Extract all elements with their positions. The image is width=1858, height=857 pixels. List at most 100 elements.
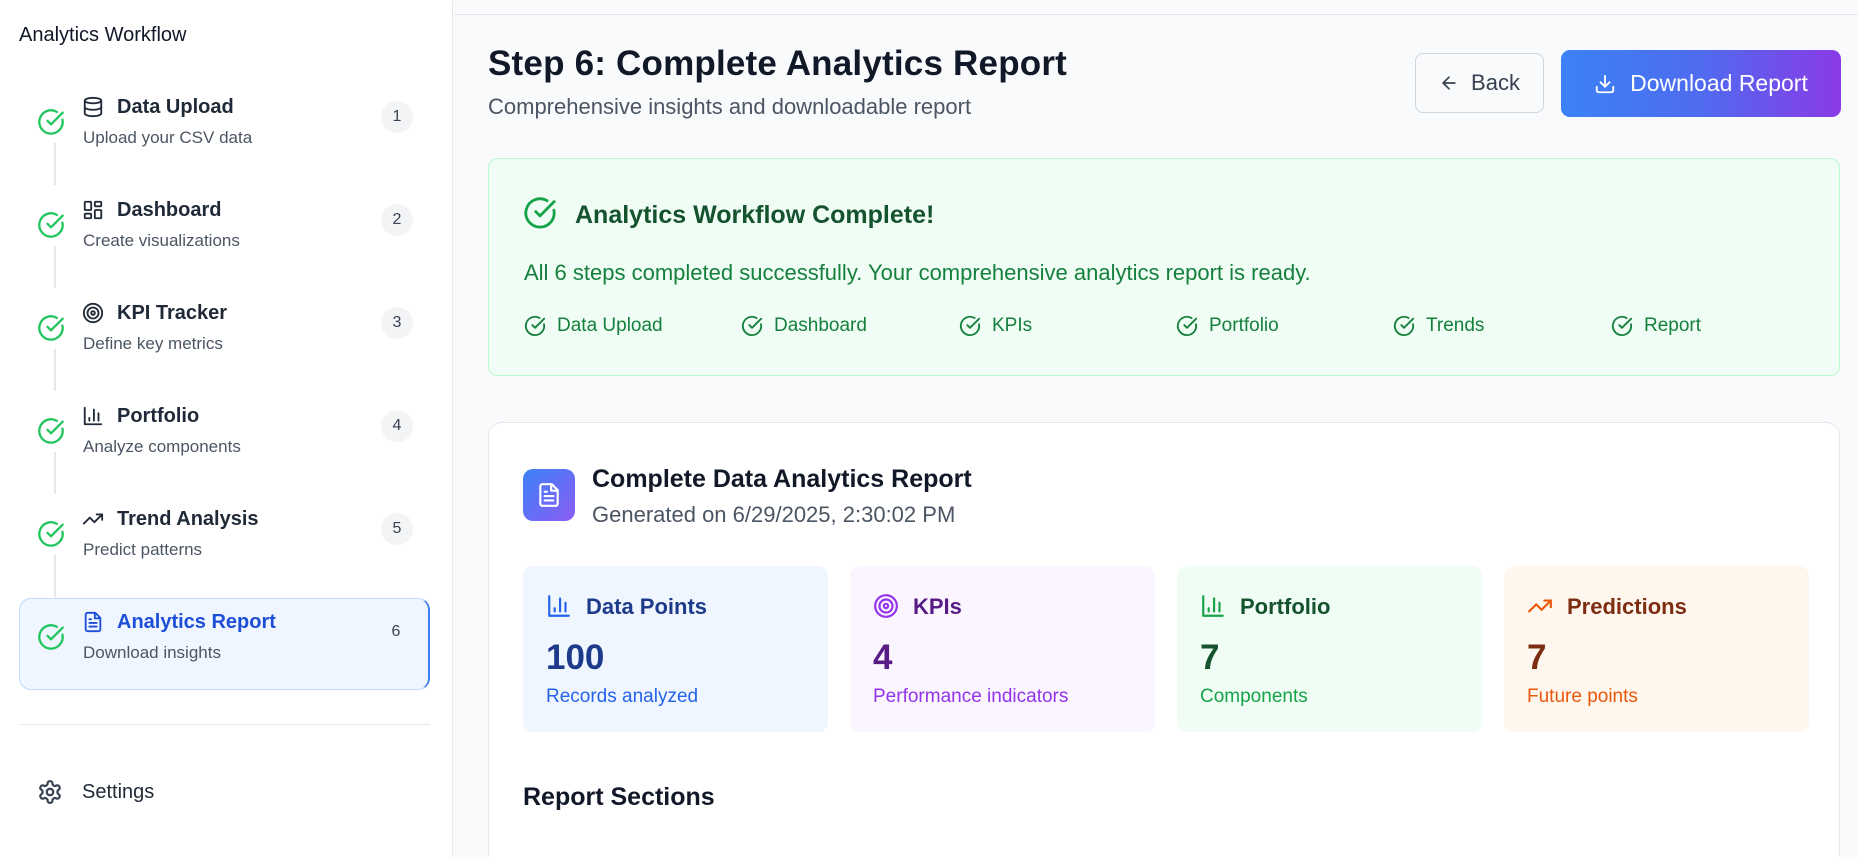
sidebar-item-label: Analytics Report <box>117 611 276 633</box>
step-number-badge: 4 <box>381 410 413 442</box>
completed-step-label: Data Upload <box>557 315 663 336</box>
check-circle-icon <box>38 212 64 238</box>
settings-label: Settings <box>82 781 155 803</box>
bar-chart-icon <box>1202 595 1224 617</box>
stat-value: 100 <box>546 638 605 677</box>
check-circle-icon <box>38 109 64 135</box>
banner-title: Analytics Workflow Complete! <box>575 201 935 229</box>
step-connector <box>54 555 56 597</box>
report-title: Complete Data Analytics Report <box>592 465 972 493</box>
sidebar-title: Analytics Workflow <box>19 24 187 46</box>
completed-step: KPIs <box>959 315 1032 337</box>
stat-label: Portfolio <box>1240 594 1331 619</box>
check-circle-icon <box>38 624 64 650</box>
check-circle-icon <box>524 315 546 336</box>
sidebar-item-description: Create visualizations <box>83 231 240 250</box>
sidebar-item-description: Upload your CSV data <box>83 128 253 147</box>
back-button[interactable]: Back <box>1415 53 1544 113</box>
completed-step-label: Dashboard <box>774 315 867 336</box>
check-circle-icon <box>959 315 981 336</box>
report-card: Complete Data Analytics Report Generated… <box>488 422 1840 857</box>
step-connector <box>54 349 56 391</box>
stat-label: Data Points <box>586 594 708 619</box>
sidebar-item-description: Analyze components <box>83 437 241 456</box>
sidebar-item-settings[interactable]: Settings <box>19 768 430 816</box>
sidebar-item-description: Predict patterns <box>83 540 203 559</box>
completed-step-label: Report <box>1644 315 1702 336</box>
step-number-badge: 1 <box>381 101 413 133</box>
file-text-icon <box>539 483 559 507</box>
sidebar-item-analytics-report[interactable]: Analytics Report Download insights 6 <box>19 598 430 690</box>
step-number-badge: 6 <box>391 623 401 640</box>
step-number-badge: 5 <box>381 513 413 545</box>
check-circle-icon <box>1176 315 1198 336</box>
completed-step: Dashboard <box>741 315 867 337</box>
bar-chart-icon <box>83 406 103 426</box>
file-text-icon <box>84 611 102 633</box>
report-badge <box>523 469 575 521</box>
page-title: Step 6: Complete Analytics Report <box>488 44 1068 83</box>
sidebar-divider <box>19 724 430 725</box>
download-report-button[interactable]: Download Report <box>1561 50 1841 117</box>
gear-icon <box>39 780 61 804</box>
target-icon <box>874 594 898 618</box>
sidebar-item-trend-analysis[interactable]: Trend Analysis Predict patterns 5 <box>19 495 430 597</box>
stat-value: 4 <box>873 638 893 677</box>
sidebar-item-data-upload[interactable]: Data Upload Upload your CSV data 1 <box>19 83 430 185</box>
back-button-label: Back <box>1471 70 1520 95</box>
stat-value: 7 <box>1200 638 1220 677</box>
bar-chart-icon <box>548 595 570 617</box>
sidebar-item-label: Data Upload <box>117 96 234 118</box>
workflow-steps: Data Upload Upload your CSV data 1 Dashb… <box>19 83 430 701</box>
sidebar-item-kpi-tracker[interactable]: KPI Tracker Define key metrics 3 <box>19 289 430 391</box>
sidebar: Analytics Workflow Data Upload Upload yo… <box>0 0 453 857</box>
step-number-badge: 3 <box>381 307 413 339</box>
report-sections-heading: Report Sections <box>523 783 715 811</box>
completed-steps-list: Data Upload Dashboard KPIs Portfolio Tre… <box>524 315 1824 345</box>
completed-step-label: Portfolio <box>1209 315 1279 336</box>
target-icon <box>82 302 104 324</box>
sidebar-item-dashboard[interactable]: Dashboard Create visualizations 2 <box>19 186 430 288</box>
arrow-left-icon <box>1442 76 1456 90</box>
stat-label: Predictions <box>1567 594 1687 619</box>
check-circle-icon <box>1393 315 1415 336</box>
workflow-complete-banner: Analytics Workflow Complete! All 6 steps… <box>488 158 1840 376</box>
database-icon <box>83 96 103 118</box>
stat-card-data-points: Data Points 100 Records analyzed <box>523 566 828 732</box>
sidebar-item-portfolio[interactable]: Portfolio Analyze components 4 <box>19 392 430 494</box>
top-divider <box>454 14 1858 15</box>
check-circle-icon <box>38 418 64 444</box>
check-circle-icon <box>741 315 763 336</box>
step-number-badge: 2 <box>381 204 413 236</box>
completed-step: Data Upload <box>524 315 663 337</box>
banner-message: All 6 steps completed successfully. Your… <box>524 260 1311 285</box>
completed-step: Portfolio <box>1176 315 1279 337</box>
download-icon <box>1595 74 1615 93</box>
trending-up-icon <box>1528 599 1552 613</box>
completed-step: Trends <box>1393 315 1484 337</box>
stat-description: Components <box>1200 686 1308 707</box>
stat-label: KPIs <box>913 594 962 619</box>
stat-card-kpis: KPIs 4 Performance indicators <box>850 566 1155 732</box>
trending-up-icon <box>82 513 104 525</box>
step-connector <box>54 246 56 288</box>
completed-step-label: Trends <box>1426 315 1485 336</box>
completed-step: Report <box>1611 315 1701 337</box>
report-generated-date: Generated on 6/29/2025, 2:30:02 PM <box>592 502 956 527</box>
check-circle-icon <box>1611 315 1633 336</box>
sidebar-item-label: Dashboard <box>117 199 222 221</box>
stat-description: Future points <box>1527 686 1638 707</box>
download-button-label: Download Report <box>1630 70 1808 96</box>
check-circle-icon <box>38 315 64 341</box>
completed-step-label: KPIs <box>992 315 1033 336</box>
stat-description: Performance indicators <box>873 686 1069 707</box>
step-connector <box>54 452 56 494</box>
layout-grid-icon <box>83 200 103 220</box>
check-circle-icon <box>524 197 556 229</box>
stat-card-predictions: Predictions 7 Future points <box>1504 566 1809 732</box>
sidebar-item-label: Portfolio <box>117 405 200 427</box>
sidebar-item-label: KPI Tracker <box>117 302 228 324</box>
step-connector <box>54 143 56 185</box>
sidebar-item-description: Define key metrics <box>83 334 223 353</box>
page-subtitle: Comprehensive insights and downloadable … <box>488 94 972 119</box>
